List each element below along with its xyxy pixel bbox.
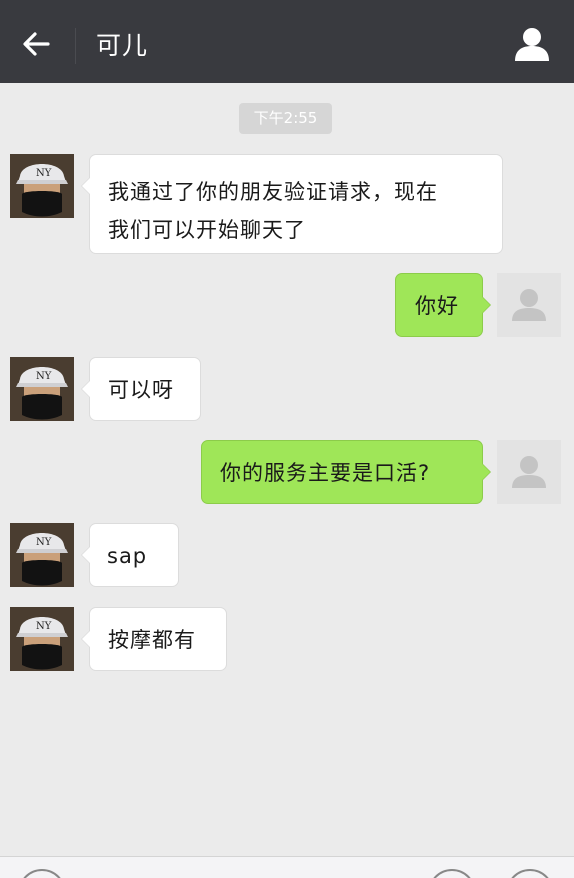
more-options-button[interactable] <box>506 869 554 878</box>
message-text: sap <box>107 544 148 568</box>
message-timestamp: 下午2:55 <box>239 103 332 134</box>
chat-info-button[interactable] <box>512 24 552 64</box>
chat-header: 可儿 <box>0 0 574 83</box>
incoming-message-bubble[interactable]: sap <box>81 523 179 587</box>
contact-avatar[interactable]: NY <box>10 523 74 587</box>
incoming-message-bubble[interactable]: 按摩都有 <box>81 607 227 671</box>
contact-avatar[interactable]: NY <box>10 154 74 218</box>
incoming-message-bubble[interactable]: 我通过了你的朋友验证请求，现在 我们可以开始聊天了 <box>81 154 503 254</box>
emoji-button[interactable] <box>428 869 476 878</box>
contact-avatar-image: NY <box>10 607 74 671</box>
message-text-line: 我通过了你的朋友验证请求，现在 <box>108 180 438 204</box>
person-placeholder-icon <box>497 440 561 504</box>
header-divider <box>75 28 76 64</box>
person-icon <box>515 28 549 61</box>
message-text: 你好 <box>415 294 459 318</box>
svg-text:NY: NY <box>36 168 52 179</box>
back-button[interactable] <box>14 22 58 66</box>
contact-avatar[interactable]: NY <box>10 607 74 671</box>
message-text: 可以呀 <box>108 378 174 402</box>
contact-avatar-image: NY <box>10 523 74 587</box>
outgoing-message-bubble[interactable]: 你好 <box>395 273 491 337</box>
contact-name-title: 可儿 <box>96 31 149 60</box>
contact-avatar-image: NY <box>10 154 74 218</box>
contact-avatar[interactable]: NY <box>10 357 74 421</box>
my-avatar[interactable] <box>497 440 561 504</box>
message-text: 按摩都有 <box>108 628 196 652</box>
contact-avatar-image: NY <box>10 357 74 421</box>
arrow-left-icon <box>23 32 50 56</box>
input-toolbar <box>0 856 574 878</box>
svg-text:NY: NY <box>36 537 52 548</box>
my-avatar[interactable] <box>497 273 561 337</box>
chat-screen: 可儿 下午2:55 NY 我通过了你的朋友验证请求，现在 我们可以开始聊天了 你… <box>0 0 574 878</box>
person-placeholder-icon <box>497 273 561 337</box>
voice-toggle-button[interactable] <box>18 869 66 878</box>
incoming-message-bubble[interactable]: 可以呀 <box>81 357 201 421</box>
svg-text:NY: NY <box>36 371 52 382</box>
svg-text:NY: NY <box>36 621 52 632</box>
message-text: 你的服务主要是口活? <box>220 461 431 485</box>
message-text-line: 我们可以开始聊天了 <box>108 218 306 242</box>
outgoing-message-bubble[interactable]: 你的服务主要是口活? <box>201 440 491 504</box>
